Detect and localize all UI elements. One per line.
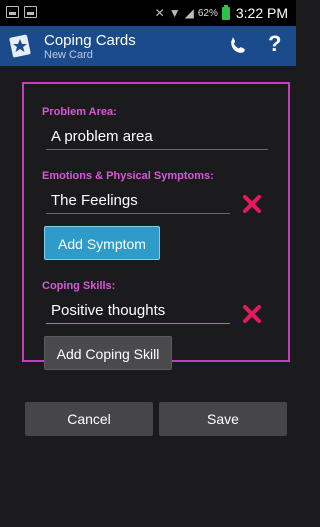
emotions-field[interactable]: The Feelings: [46, 190, 230, 214]
clock: 3:22 PM: [235, 5, 288, 21]
problem-area-label: Problem Area:: [42, 106, 117, 118]
app-subtitle: New Card: [44, 49, 93, 61]
problem-area-field[interactable]: A problem area: [46, 126, 268, 150]
battery-icon: [221, 4, 230, 20]
action-bar: Coping Cards New Card ?: [0, 26, 296, 66]
help-icon[interactable]: ?: [268, 31, 281, 57]
add-symptom-button[interactable]: Add Symptom: [44, 226, 160, 260]
wifi-icon: ▼: [168, 6, 181, 20]
signal-icon: ◢: [184, 6, 194, 20]
cancel-button[interactable]: Cancel: [25, 402, 153, 436]
new-card-form: Problem Area: A problem area Emotions & …: [22, 82, 290, 370]
status-bar: ✕ ▼ ◢ 62% 3:22 PM: [0, 0, 296, 26]
image-notification-icon: [6, 6, 19, 18]
delete-symptom-icon[interactable]: [242, 194, 262, 214]
emotions-label: Emotions & Physical Symptoms:: [42, 170, 214, 182]
coping-skills-label: Coping Skills:: [42, 280, 116, 292]
gallery-notification-icon: [24, 6, 37, 18]
add-coping-skill-button[interactable]: Add Coping Skill: [44, 336, 172, 370]
app-logo-icon[interactable]: [8, 34, 32, 58]
battery-percent: 62%: [197, 7, 218, 19]
coping-skills-field[interactable]: Positive thoughts: [46, 300, 230, 324]
app-title: Coping Cards: [44, 32, 136, 49]
phone-icon[interactable]: [226, 34, 250, 58]
delete-coping-skill-icon[interactable]: [242, 304, 262, 324]
mute-icon: ✕: [154, 6, 165, 20]
save-button[interactable]: Save: [159, 402, 287, 436]
